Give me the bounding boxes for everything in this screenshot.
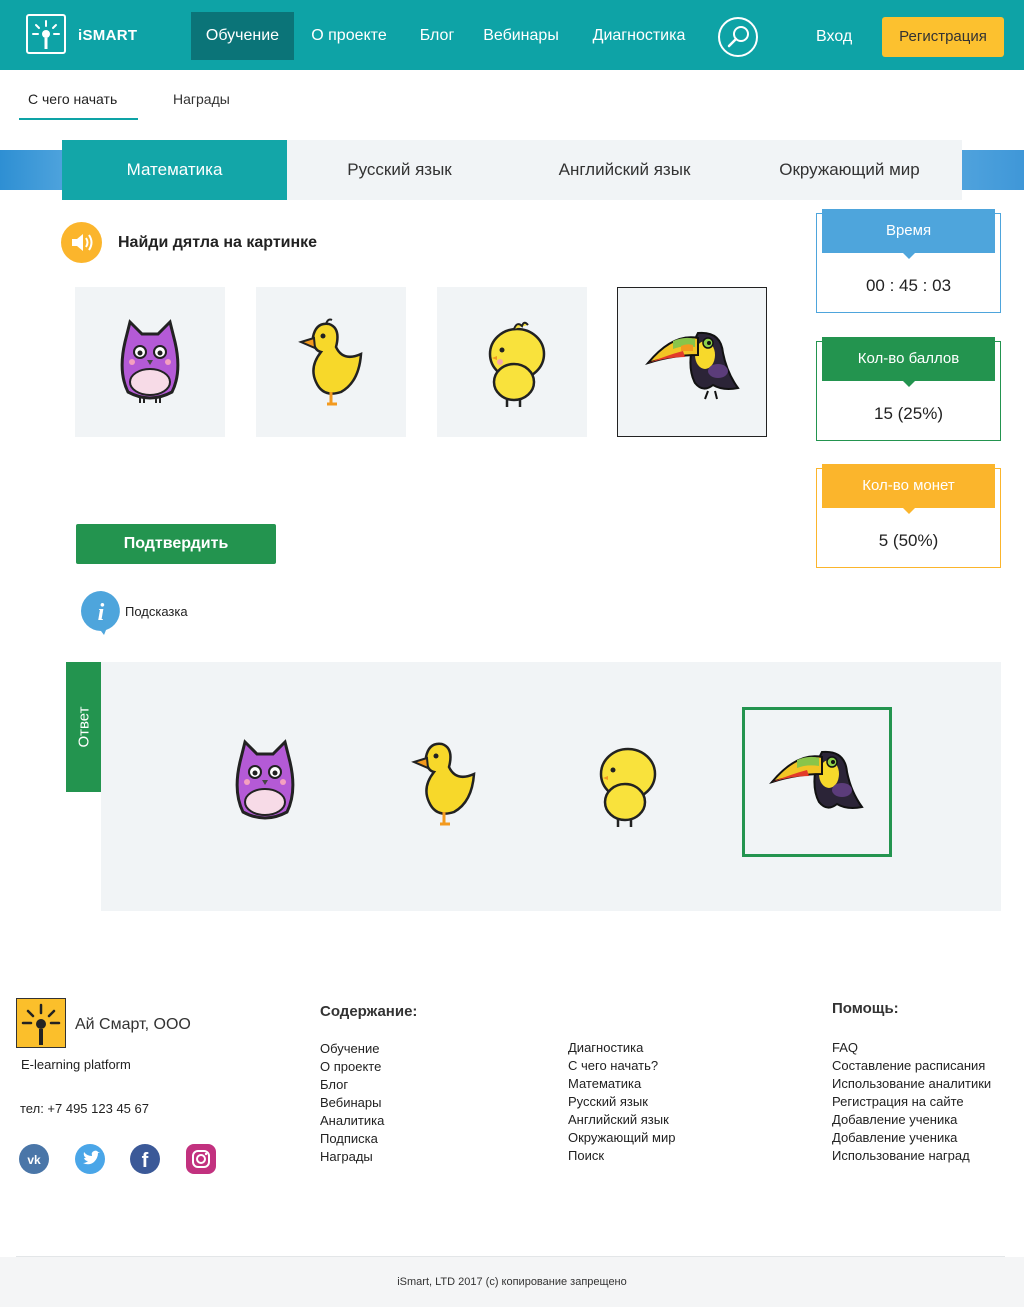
tab-english[interactable]: Английский язык (512, 140, 737, 200)
info-icon: i (81, 591, 120, 635)
footer-link[interactable]: Русский язык (568, 1093, 675, 1111)
owl-image (235, 739, 295, 820)
svg-text:f: f (142, 1150, 149, 1172)
chick-image (488, 321, 546, 407)
tab-math[interactable]: Математика (62, 140, 287, 200)
footer-link[interactable]: Награды (320, 1148, 384, 1166)
score-value: 15 (25%) (874, 404, 943, 423)
timer-value: 00 : 45 : 03 (865, 276, 952, 295)
logo-icon[interactable] (26, 14, 66, 54)
answer-owl (190, 707, 340, 857)
timer-label: Время (822, 209, 995, 259)
vk-icon[interactable]: vk (19, 1144, 49, 1174)
footer-contents-title: Содержание: (320, 1003, 418, 1020)
tab-russian[interactable]: Русский язык (287, 140, 512, 200)
option-owl[interactable] (75, 287, 225, 437)
footer-link[interactable]: Добавление ученика (832, 1111, 991, 1129)
footer-help-title: Помощь: (832, 1000, 899, 1017)
hint-button[interactable]: i (80, 590, 122, 641)
owl-image (120, 319, 180, 403)
confirm-button[interactable]: Подтвердить (76, 524, 276, 564)
answer-tab-label: Ответ (75, 706, 92, 748)
copyright: iSmart, LTD 2017 (c) копирование запреще… (0, 1257, 1024, 1307)
footer-link[interactable]: Обучение (320, 1040, 384, 1058)
footer-link[interactable]: Поиск (568, 1147, 675, 1165)
chick-image (599, 747, 657, 827)
duck-image (298, 318, 363, 406)
subtab-rewards[interactable]: Награды (173, 91, 230, 107)
logo-text[interactable]: iSMART (78, 27, 137, 44)
footer-link[interactable]: Аналитика (320, 1112, 384, 1130)
instagram-icon[interactable] (186, 1144, 216, 1174)
nav-webinars[interactable]: Вебинары (475, 12, 567, 60)
option-toucan[interactable] (617, 287, 767, 437)
top-navbar: iSMART Обучение О проекте Блог Вебинары … (0, 0, 1024, 70)
footer-tagline: E-learning platform (21, 1057, 131, 1072)
footer-contents-col1: Обучение О проекте Блог Вебинары Аналити… (320, 1040, 384, 1166)
facebook-icon[interactable]: f (130, 1144, 160, 1174)
score-box: Кол-во баллов 15 (25%) (816, 337, 1001, 441)
coins-value: 5 (50%) (878, 531, 939, 550)
footer-link[interactable]: FAQ (832, 1039, 991, 1057)
nav-about[interactable]: О проекте (302, 12, 396, 60)
footer-link[interactable]: Вебинары (320, 1094, 384, 1112)
subtab-getting-started[interactable]: С чего начать (19, 91, 138, 120)
coins-box: Кол-во монет 5 (50%) (816, 464, 1001, 568)
duck-image (411, 742, 476, 826)
footer-logo-icon[interactable] (16, 998, 66, 1048)
nav-diagnostics[interactable]: Диагностика (584, 12, 694, 60)
twitter-icon[interactable] (75, 1144, 105, 1174)
svg-text:vk: vk (27, 1153, 41, 1167)
login-link[interactable]: Вход (816, 28, 852, 46)
footer-link[interactable]: С чего начать? (568, 1057, 675, 1075)
footer-link[interactable]: Использование наград (832, 1147, 991, 1165)
score-label: Кол-во баллов (822, 337, 995, 387)
footer-contents-col2: Диагностика С чего начать? Математика Ру… (568, 1039, 675, 1165)
footer-link[interactable]: О проекте (320, 1058, 384, 1076)
footer-link[interactable]: Блог (320, 1076, 384, 1094)
speaker-icon (72, 234, 93, 251)
search-button[interactable] (718, 17, 758, 57)
footer-link[interactable]: Математика (568, 1075, 675, 1093)
tab-world[interactable]: Окружающий мир (737, 140, 962, 200)
footer-company: Ай Смарт, ООО (75, 1016, 191, 1033)
footer-help-list: FAQ Составление расписания Использование… (832, 1039, 991, 1165)
footer-phone: тел: +7 495 123 45 67 (20, 1101, 149, 1116)
footer-link[interactable]: Подписка (320, 1130, 384, 1148)
question-text: Найди дятла на картинке (118, 234, 318, 251)
nav-learning[interactable]: Обучение (191, 12, 294, 60)
footer-link[interactable]: Использование аналитики (832, 1075, 991, 1093)
answer-duck (369, 707, 519, 857)
subject-tabs: Математика Русский язык Английский язык … (62, 140, 962, 200)
footer-link[interactable]: Английский язык (568, 1111, 675, 1129)
footer-link[interactable]: Составление расписания (832, 1057, 991, 1075)
option-chick[interactable] (437, 287, 587, 437)
option-duck[interactable] (256, 287, 406, 437)
hint-label[interactable]: Подсказка (125, 604, 188, 619)
nav-blog[interactable]: Блог (410, 12, 464, 60)
register-button[interactable]: Регистрация (882, 17, 1004, 57)
footer-link[interactable]: Регистрация на сайте (832, 1093, 991, 1111)
svg-text:i: i (98, 600, 105, 626)
coins-label: Кол-во монет (822, 464, 995, 514)
footer-link[interactable]: Окружающий мир (568, 1129, 675, 1147)
toucan-image (769, 750, 864, 809)
answer-tab[interactable]: Ответ (66, 662, 101, 792)
answer-chick (548, 707, 698, 857)
search-icon (727, 26, 749, 48)
footer-link[interactable]: Добавление ученика (832, 1129, 991, 1147)
answer-toucan-correct (742, 707, 892, 857)
footer-link[interactable]: Диагностика (568, 1039, 675, 1057)
timer-box: Время 00 : 45 : 03 (816, 209, 1001, 313)
sound-button[interactable] (61, 222, 102, 263)
toucan-image (645, 331, 740, 400)
